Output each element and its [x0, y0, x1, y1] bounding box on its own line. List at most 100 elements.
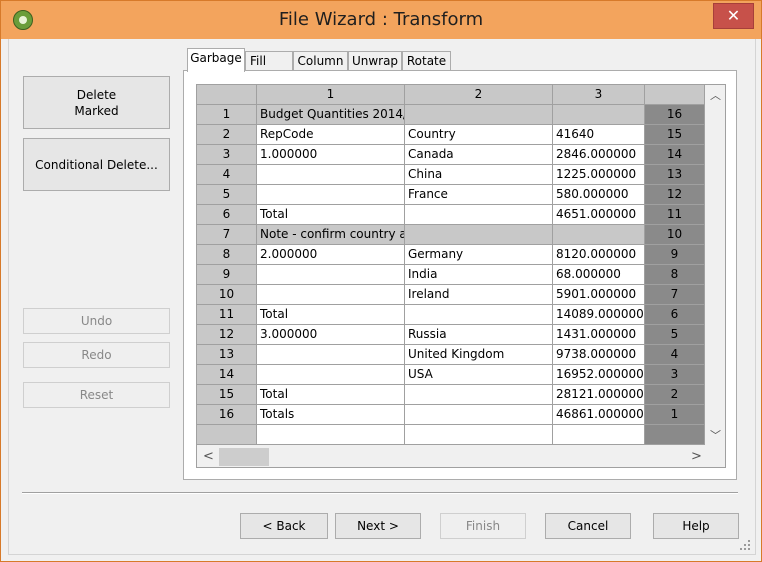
row-header[interactable]: 7 [197, 225, 257, 245]
row-header[interactable]: 14 [197, 365, 257, 385]
cancel-button[interactable]: Cancel [545, 513, 631, 539]
row-header[interactable]: 2 [197, 125, 257, 145]
table-cell[interactable] [405, 225, 553, 245]
table-cell[interactable]: 16952.000000 [553, 365, 645, 385]
table-cell[interactable]: Total [257, 205, 405, 225]
horizontal-scrollbar[interactable]: < > [197, 447, 725, 467]
table-cell-empty[interactable] [405, 425, 553, 445]
table-cell[interactable]: France [405, 185, 553, 205]
table-cell[interactable] [257, 365, 405, 385]
row-header[interactable]: 15 [197, 385, 257, 405]
table-cell[interactable]: 46861.000000 [553, 405, 645, 425]
table-cell[interactable]: 1225.000000 [553, 165, 645, 185]
reset-button[interactable]: Reset [23, 382, 170, 408]
table-cell[interactable] [257, 345, 405, 365]
row-header[interactable]: 4 [197, 165, 257, 185]
table-cell[interactable]: Budget Quantities 2014/2 [257, 105, 405, 125]
scroll-down-icon[interactable]: ﹀ [710, 427, 721, 443]
tab-fill[interactable]: Fill [245, 51, 293, 71]
table-cell[interactable]: Total [257, 305, 405, 325]
table-cell[interactable] [257, 185, 405, 205]
row-header[interactable]: 13 [197, 345, 257, 365]
table-cell[interactable] [553, 105, 645, 125]
table-cell[interactable] [405, 205, 553, 225]
table-cell[interactable]: 1431.000000 [553, 325, 645, 345]
tab-unwrap[interactable]: Unwrap [348, 51, 402, 71]
table-cell[interactable]: USA [405, 365, 553, 385]
table-cell[interactable]: 2846.000000 [553, 145, 645, 165]
table-cell[interactable] [405, 385, 553, 405]
table-cell[interactable]: 1.000000 [257, 145, 405, 165]
table-cell[interactable]: 28121.000000 [553, 385, 645, 405]
table-cell[interactable]: Total [257, 385, 405, 405]
table-cell[interactable] [405, 405, 553, 425]
row-header[interactable]: 11 [197, 305, 257, 325]
column-header[interactable]: 1 [257, 85, 405, 105]
title-bar[interactable]: File Wizard : Transform ✕ [1, 1, 761, 39]
table-cell[interactable]: China [405, 165, 553, 185]
column-header[interactable]: 3 [553, 85, 645, 105]
scroll-up-icon[interactable]: ︿ [710, 87, 721, 103]
table-cell[interactable]: RepCode [257, 125, 405, 145]
row-header[interactable]: 3 [197, 145, 257, 165]
undo-button[interactable]: Undo [23, 308, 170, 334]
table-cell[interactable] [405, 305, 553, 325]
reverse-row-number: 3 [645, 365, 705, 385]
row-header[interactable]: 16 [197, 405, 257, 425]
redo-button[interactable]: Redo [23, 342, 170, 368]
column-header[interactable]: 2 [405, 85, 553, 105]
table-cell[interactable]: 41640 [553, 125, 645, 145]
row-header[interactable]: 12 [197, 325, 257, 345]
row-header[interactable]: 9 [197, 265, 257, 285]
help-button[interactable]: Help [653, 513, 739, 539]
grid-corner[interactable] [197, 85, 257, 105]
table-cell[interactable]: Russia [405, 325, 553, 345]
next-button[interactable]: Next > [335, 513, 421, 539]
tab-column[interactable]: Column [293, 51, 348, 71]
row-header[interactable]: 6 [197, 205, 257, 225]
table-cell[interactable]: Germany [405, 245, 553, 265]
resize-grip-icon[interactable] [738, 538, 752, 552]
table-cell[interactable]: 68.000000 [553, 265, 645, 285]
table-cell[interactable]: United Kingdom [405, 345, 553, 365]
table-cell[interactable]: 3.000000 [257, 325, 405, 345]
table-cell[interactable]: 580.000000 [553, 185, 645, 205]
vertical-scrollbar[interactable]: ︿ ﹀ [705, 85, 725, 447]
finish-button[interactable]: Finish [440, 513, 526, 539]
reverse-row-number: 2 [645, 385, 705, 405]
row-header[interactable]: 1 [197, 105, 257, 125]
tab-garbage[interactable]: Garbage [187, 48, 245, 72]
table-cell[interactable] [553, 225, 645, 245]
table-cell-empty[interactable] [257, 425, 405, 445]
scroll-right-icon[interactable]: > [691, 449, 702, 464]
delete-marked-button[interactable]: Delete Marked [23, 76, 170, 129]
table-cell[interactable]: 9738.000000 [553, 345, 645, 365]
table-cell[interactable]: Ireland [405, 285, 553, 305]
table-cell[interactable]: Country [405, 125, 553, 145]
table-cell[interactable]: Note - confirm country as [257, 225, 405, 245]
table-cell[interactable]: 5901.000000 [553, 285, 645, 305]
table-cell[interactable]: Totals [257, 405, 405, 425]
table-cell[interactable]: India [405, 265, 553, 285]
table-cell[interactable] [257, 285, 405, 305]
scroll-thumb[interactable] [219, 448, 269, 466]
table-cell[interactable]: 14089.000000 [553, 305, 645, 325]
reverse-row-number: 1 [645, 405, 705, 425]
table-cell[interactable] [257, 165, 405, 185]
row-header[interactable]: 8 [197, 245, 257, 265]
table-cell[interactable] [257, 265, 405, 285]
conditional-delete-button[interactable]: Conditional Delete... [23, 138, 170, 191]
close-button[interactable]: ✕ [713, 3, 754, 29]
scroll-left-icon[interactable]: < [203, 449, 214, 464]
row-header[interactable]: 10 [197, 285, 257, 305]
table-cell[interactable]: 2.000000 [257, 245, 405, 265]
table-cell[interactable]: 4651.000000 [553, 205, 645, 225]
tab-rotate[interactable]: Rotate [402, 51, 451, 71]
table-cell[interactable]: Canada [405, 145, 553, 165]
table-cell-empty[interactable] [553, 425, 645, 445]
row-header[interactable]: 5 [197, 185, 257, 205]
back-button[interactable]: < Back [240, 513, 328, 539]
table-cell[interactable]: 8120.000000 [553, 245, 645, 265]
table-cell[interactable] [405, 105, 553, 125]
data-grid[interactable]: 1 2 3 1 Budget Quantities 2014/2 16 2 RepCode Co… [196, 84, 726, 468]
